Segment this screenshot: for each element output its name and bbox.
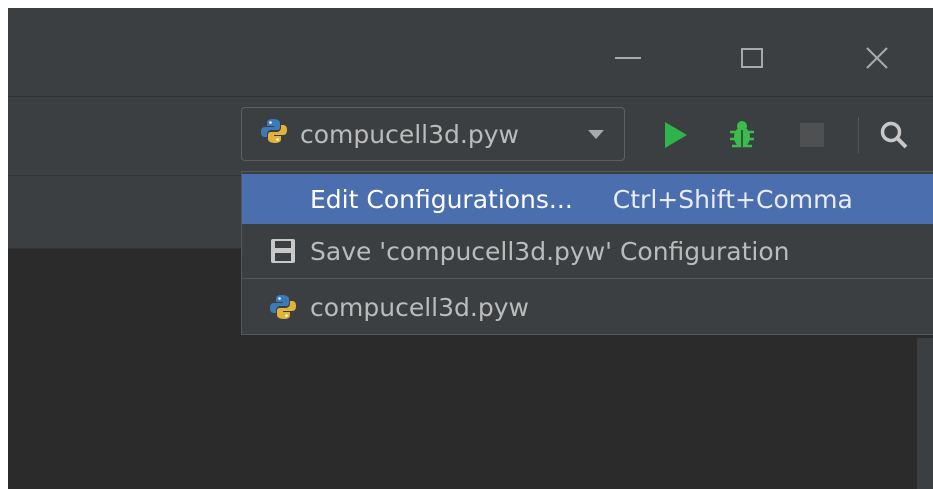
maximize-icon xyxy=(741,48,763,68)
python-icon xyxy=(270,295,296,319)
configuration-item[interactable]: compucell3d.pyw xyxy=(242,282,933,332)
bug-icon xyxy=(730,121,754,148)
edit-configurations-label: Edit Configurations... xyxy=(310,184,573,214)
vertical-scrollbar[interactable] xyxy=(917,338,933,489)
configuration-label: compucell3d.pyw xyxy=(310,292,529,322)
save-configuration-label: Save 'compucell3d.pyw' Configuration xyxy=(310,236,790,266)
stop-icon xyxy=(800,123,824,147)
play-icon xyxy=(665,122,687,148)
close-button[interactable] xyxy=(853,38,901,78)
keyboard-shortcut: Ctrl+Shift+Comma xyxy=(612,184,853,214)
save-icon xyxy=(271,239,295,263)
debug-button[interactable] xyxy=(726,119,758,151)
run-configuration-label: compucell3d.pyw xyxy=(300,119,519,149)
maximize-button[interactable] xyxy=(728,38,776,78)
edit-configurations-item[interactable]: Edit Configurations... Ctrl+Shift+Comma xyxy=(242,174,933,224)
run-configuration-selector[interactable]: compucell3d.pyw xyxy=(241,107,625,161)
minimize-icon xyxy=(615,57,641,59)
title-bar xyxy=(8,8,933,97)
ide-window: compucell3d.pyw Edit Configurations... C… xyxy=(8,8,933,489)
minimize-button[interactable] xyxy=(604,38,652,78)
chevron-down-icon xyxy=(588,130,604,139)
save-configuration-item[interactable]: Save 'compucell3d.pyw' Configuration xyxy=(242,226,933,276)
run-configuration-dropdown: Edit Configurations... Ctrl+Shift+Comma … xyxy=(241,171,933,335)
search-icon xyxy=(880,121,908,149)
stop-button[interactable] xyxy=(796,119,828,151)
search-button[interactable] xyxy=(878,119,910,151)
close-icon xyxy=(866,47,888,69)
run-button[interactable] xyxy=(660,119,692,151)
menu-separator xyxy=(242,278,933,279)
toolbar-divider xyxy=(858,117,859,153)
python-icon xyxy=(260,117,288,151)
navigation-toolbar: compucell3d.pyw xyxy=(8,97,933,176)
